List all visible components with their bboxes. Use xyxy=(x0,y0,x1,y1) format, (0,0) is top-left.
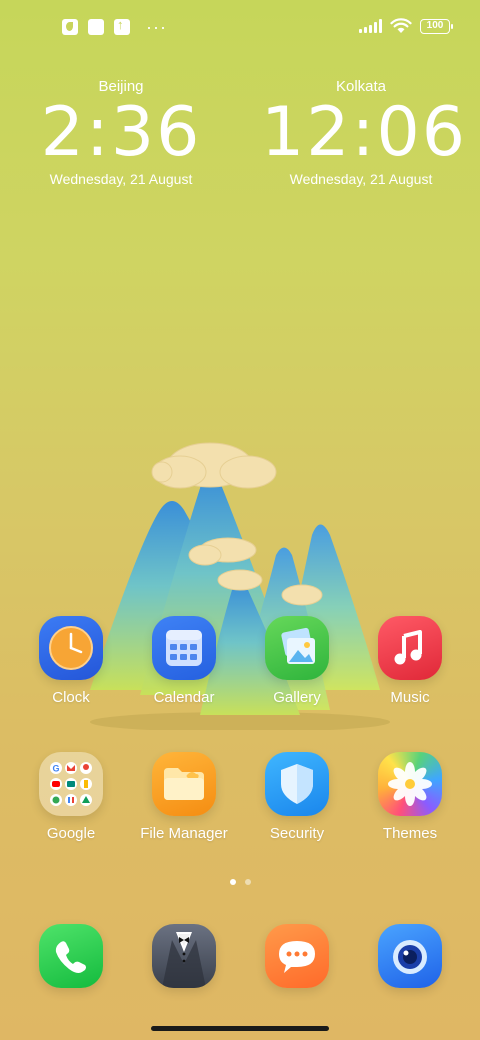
flower-icon xyxy=(378,752,442,816)
dock-contacts[interactable] xyxy=(129,924,239,988)
more-notifications-icon: ··· xyxy=(146,17,167,37)
square-notification-icon xyxy=(88,19,104,35)
clock-date: Wednesday, 21 August xyxy=(289,171,433,187)
app-themes[interactable]: Themes xyxy=(355,752,465,842)
contacts-icon xyxy=(152,924,216,988)
page-indicator xyxy=(0,879,480,885)
page-dot[interactable] xyxy=(244,879,251,885)
world-clock-beijing[interactable]: Beijing 2:36 Wednesday, 21 August xyxy=(21,78,221,187)
svg-text:G: G xyxy=(52,764,59,774)
app-label: Gallery xyxy=(273,689,321,706)
notification-icons: ··· xyxy=(62,17,167,37)
wallpaper-mountains-art xyxy=(90,442,390,730)
world-clock-kolkata[interactable]: Kolkata 12:06 Wednesday, 21 August xyxy=(261,78,467,187)
app-calendar[interactable]: Calendar xyxy=(129,616,239,706)
dock-messages[interactable] xyxy=(242,924,352,988)
page-dot-active[interactable] xyxy=(229,879,236,885)
app-file-manager[interactable]: File Manager xyxy=(129,752,239,842)
app-label: Clock xyxy=(52,689,90,706)
phone-icon xyxy=(39,924,103,988)
app-label: Music xyxy=(390,689,430,706)
clock-time: 12:06 xyxy=(261,93,467,172)
dock-camera[interactable] xyxy=(355,924,465,988)
app-security[interactable]: Security xyxy=(242,752,352,842)
calendar-icon xyxy=(152,616,216,680)
clock-time: 2:36 xyxy=(40,93,202,172)
upload-notification-icon xyxy=(114,17,130,35)
music-icon xyxy=(378,616,442,680)
dock-phone[interactable] xyxy=(16,924,126,988)
clock-date: Wednesday, 21 August xyxy=(49,171,193,187)
gallery-icon xyxy=(265,616,329,680)
folder-icon xyxy=(152,752,216,816)
notification-app-icon xyxy=(62,19,78,35)
app-music[interactable]: Music xyxy=(355,616,465,706)
status-bar: ··· 100 xyxy=(0,0,480,56)
app-label: Themes xyxy=(382,825,438,842)
app-clock[interactable]: Clock xyxy=(16,616,126,706)
shield-icon xyxy=(265,752,329,816)
messages-icon xyxy=(265,924,329,988)
home-indicator-bar[interactable] xyxy=(151,1026,329,1031)
app-gallery[interactable]: Gallery xyxy=(242,616,352,706)
app-google-folder[interactable]: G Google xyxy=(16,752,126,842)
signal-icon xyxy=(359,19,382,33)
system-icons: 100 xyxy=(359,18,453,34)
battery-icon: 100 xyxy=(420,18,453,34)
app-label: File Manager xyxy=(140,825,228,842)
app-label: Google xyxy=(46,825,96,842)
wifi-icon xyxy=(390,18,412,33)
app-label: Calendar xyxy=(153,689,215,706)
app-label: Security xyxy=(269,825,325,842)
clock-icon xyxy=(39,616,103,680)
camera-icon xyxy=(378,924,442,988)
google-folder-icon: G xyxy=(39,752,103,816)
